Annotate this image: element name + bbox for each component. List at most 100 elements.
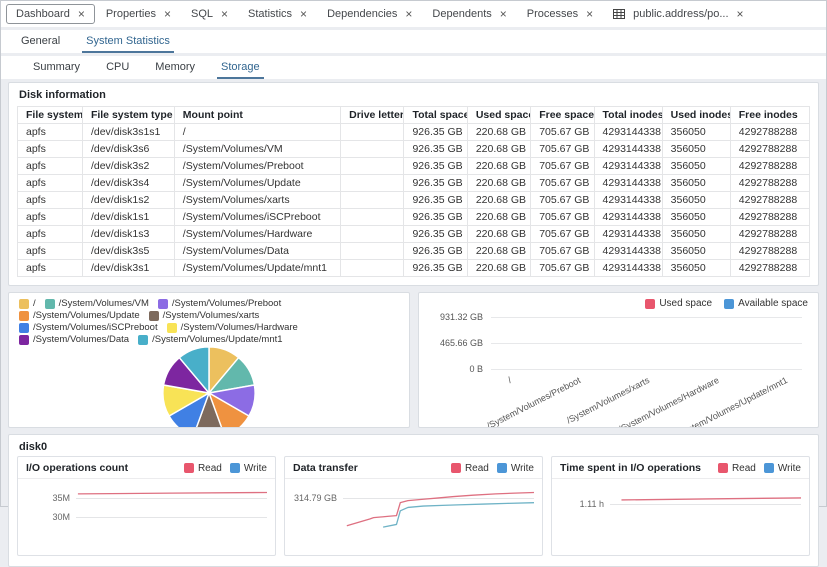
panel-header: Time spent in I/O operationsReadWrite (552, 457, 809, 479)
line-legend-item[interactable]: Write (230, 463, 267, 474)
legend-label: Available space (738, 298, 808, 309)
column-header: Used space (467, 107, 530, 124)
column-header: Free inodes (730, 107, 809, 124)
tab-system-statistics[interactable]: System Statistics (82, 32, 174, 53)
pie-legend-item[interactable]: /System/Volumes/Data (19, 334, 129, 345)
table-cell: 4293144338 (594, 226, 662, 243)
tab-dependencies[interactable]: Dependencies × (318, 5, 421, 23)
line-legend-item[interactable]: Read (184, 463, 222, 474)
dashboard-nav-tabs: General System Statistics (1, 30, 826, 53)
legend-label: /System/Volumes/Data (33, 334, 129, 345)
table-cell: 356050 (662, 124, 730, 141)
pie-legend-item[interactable]: /System/Volumes/xarts (149, 310, 260, 321)
table-cell: 356050 (662, 243, 730, 260)
pie-legend-item[interactable]: /System/Volumes/Preboot (158, 298, 281, 309)
close-icon[interactable]: × (737, 9, 744, 19)
table-cell: 220.68 GB (467, 243, 530, 260)
disk-information-card: Disk information File systemFile system … (8, 82, 819, 286)
table-cell: 705.67 GB (531, 226, 594, 243)
table-cell: 926.35 GB (404, 158, 467, 175)
pie-legend: / /System/Volumes/VM/System/Volumes/Prebo… (9, 293, 409, 345)
table-cell: /dev/disk3s6 (82, 141, 174, 158)
tab-sql[interactable]: SQL × (182, 5, 237, 23)
tab-statistics[interactable]: Statistics × (239, 5, 316, 23)
table-cell: 220.68 GB (467, 158, 530, 175)
tab-properties[interactable]: Properties × (97, 5, 180, 23)
table-cell: 4293144338 (594, 141, 662, 158)
close-icon[interactable]: × (221, 9, 228, 19)
pie-legend-item[interactable]: / (19, 298, 36, 309)
table-cell: 926.35 GB (404, 192, 467, 209)
tab-storage[interactable]: Storage (217, 58, 264, 79)
data-transfer-panel: Data transferReadWrite314.79 GB (284, 456, 543, 556)
line-series-write (383, 503, 534, 527)
pie-legend-item[interactable]: /System/Volumes/iSCPreboot (19, 322, 158, 333)
close-icon[interactable]: × (300, 9, 307, 19)
table-cell: /dev/disk3s2 (82, 158, 174, 175)
close-icon[interactable]: × (164, 9, 171, 19)
close-icon[interactable]: × (586, 9, 593, 19)
disk0-title: disk0 (9, 435, 818, 456)
table-cell: apfs (18, 124, 83, 141)
line-legend-item[interactable]: Read (451, 463, 489, 474)
pie-legend-item[interactable]: /System/Volumes/VM (45, 298, 149, 309)
bar-legend-item[interactable]: Used space (645, 298, 712, 309)
legend-swatch (19, 335, 29, 345)
disk-table: File systemFile system typeMount pointDr… (17, 106, 810, 277)
pie-legend-item[interactable]: /System/Volumes/Hardware (167, 322, 298, 333)
table-cell: apfs (18, 209, 83, 226)
table-cell: 926.35 GB (404, 243, 467, 260)
close-icon[interactable]: × (500, 9, 507, 19)
tab-dashboard[interactable]: Dashboard × (6, 4, 95, 24)
tab-memory[interactable]: Memory (151, 58, 199, 79)
legend-swatch (451, 463, 461, 473)
table-cell: 220.68 GB (467, 226, 530, 243)
line-series-read (347, 492, 534, 525)
close-icon[interactable]: × (405, 9, 412, 19)
panel-header: I/O operations countReadWrite (18, 457, 275, 479)
tab-dependents[interactable]: Dependents × (423, 5, 515, 23)
line-legend-item[interactable]: Read (718, 463, 756, 474)
line-ytick-label: 35M (22, 493, 70, 503)
table-cell: 4292788288 (730, 260, 809, 277)
table-cell: 926.35 GB (404, 175, 467, 192)
column-header: Total inodes (594, 107, 662, 124)
column-header: File system type (82, 107, 174, 124)
column-header: Drive letter (341, 107, 404, 124)
close-icon[interactable]: × (78, 9, 85, 19)
pie-legend-item[interactable]: /System/Volumes/Update/mnt1 (138, 334, 282, 345)
table-cell: /System/Volumes/Hardware (174, 226, 340, 243)
legend-label: /System/Volumes/Update/mnt1 (152, 334, 282, 345)
table-cell: 220.68 GB (467, 141, 530, 158)
pie-legend-item[interactable]: /System/Volumes/Update (19, 310, 140, 321)
legend-swatch (19, 311, 29, 321)
tab-summary[interactable]: Summary (29, 58, 84, 79)
tab-cpu[interactable]: CPU (102, 58, 133, 79)
table-cell (341, 141, 404, 158)
line-legend-item[interactable]: Write (497, 463, 534, 474)
tab-general[interactable]: General (17, 32, 64, 53)
table-cell: 926.35 GB (404, 209, 467, 226)
tab-query-tool[interactable]: public.address/po... × (604, 5, 752, 23)
table-cell (341, 124, 404, 141)
tab-label: Statistics (248, 8, 292, 20)
table-cell: /System/Volumes/iSCPreboot (174, 209, 340, 226)
table-cell: /dev/disk3s1s1 (82, 124, 174, 141)
table-cell: 705.67 GB (531, 260, 594, 277)
table-cell: 4293144338 (594, 192, 662, 209)
bar-legend-item[interactable]: Available space (724, 298, 808, 309)
legend-label: Used space (659, 298, 712, 309)
tab-processes[interactable]: Processes × (518, 5, 602, 23)
table-cell: /dev/disk1s2 (82, 192, 174, 209)
line-ytick-label: 314.79 GB (289, 493, 337, 503)
table-cell: /System/Volumes/Preboot (174, 158, 340, 175)
disk-table-body: apfs/dev/disk3s1s1/926.35 GB220.68 GB705… (18, 124, 810, 277)
table-cell: 926.35 GB (404, 226, 467, 243)
table-cell: /System/Volumes/xarts (174, 192, 340, 209)
line-legend-item[interactable]: Write (764, 463, 801, 474)
legend-swatch (167, 323, 177, 333)
line-chart-svg (610, 485, 801, 553)
document-tab-bar: Dashboard × Properties × SQL × Statistic… (1, 1, 826, 27)
bar-chart-xlabels: //System/Volumes/Preboot/System/Volumes/… (491, 371, 802, 425)
table-cell (341, 158, 404, 175)
